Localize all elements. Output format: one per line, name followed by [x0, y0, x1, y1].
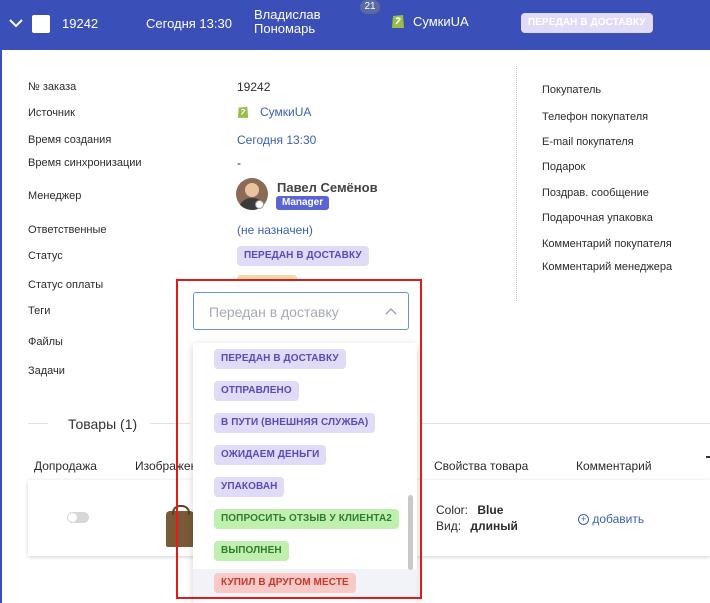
label-greeting: Поздрав. сообщение [542, 187, 649, 199]
add-comment-link[interactable]: + добавить [578, 512, 644, 526]
select-checkbox[interactable] [32, 15, 50, 33]
label-gift: Подарок [542, 161, 586, 173]
label-manager: Менеджер [28, 190, 82, 202]
product-prop-type: Вид: длиный [436, 519, 518, 533]
section-line-right-2 [420, 423, 710, 424]
prop-color-value: Blue [477, 503, 504, 517]
value-responsible[interactable]: (не назначен) [237, 223, 313, 237]
label-tags: Теги [28, 305, 51, 317]
label-buyer-email: E-mail покупателя [542, 136, 634, 148]
order-header: 19242 Сегодня 13:30 Владислав Пономарь 2… [0, 0, 710, 50]
prop-color-label: Color: [436, 503, 469, 517]
chevron-down-icon[interactable] [8, 17, 24, 29]
presence-dot-icon [255, 200, 264, 209]
column-divider [516, 66, 517, 301]
label-gift-wrap: Подарочная упаковка [542, 212, 653, 224]
prop-type-value: длиный [470, 519, 518, 533]
label-tasks: Задачи [28, 365, 65, 377]
label-source: Источник [28, 107, 75, 119]
column-more-marker [706, 456, 710, 458]
column-properties: Свойства товара [434, 459, 529, 473]
product-prop-color: Color: Blue [436, 503, 503, 517]
column-upsell: Допродажа [34, 459, 97, 473]
label-sync: Время синхронизации [28, 157, 142, 169]
add-comment-label: добавить [592, 512, 645, 526]
label-buyer: Покупатель [542, 84, 602, 96]
value-sync: - [237, 156, 241, 170]
header-shop-name[interactable]: СумкиUA [413, 14, 469, 29]
label-files: Файлы [28, 336, 63, 348]
page-left-border [0, 50, 2, 603]
prop-type-label: Вид: [436, 519, 462, 533]
customer-last-name: Пономарь [254, 21, 316, 36]
label-buyer-phone: Телефон покупателя [542, 111, 649, 123]
value-status-badge[interactable]: ПЕРЕДАН В ДОСТАВКУ [237, 246, 369, 266]
value-created: Сегодня 13:30 [237, 133, 317, 147]
label-order-no: № заказа [28, 81, 77, 93]
section-line-left [28, 423, 48, 424]
shopify-bag-icon [392, 15, 404, 28]
label-responsible: Ответственные [28, 224, 107, 236]
highlight-frame [176, 279, 422, 599]
header-order-number: 19242 [62, 16, 99, 31]
header-status-badge: ПЕРЕДАН В ДОСТАВКУ [521, 13, 653, 33]
products-section-title: Товары (1) [68, 416, 138, 432]
header-customer[interactable]: Владислав Пономарь [254, 8, 321, 36]
plus-circle-icon: + [578, 514, 589, 526]
label-created: Время создания [28, 134, 112, 146]
label-manager-comment: Комментарий менеджера [542, 261, 673, 273]
label-status: Статус [28, 250, 63, 262]
value-order-no: 19242 [237, 80, 271, 94]
manager-role-badge: Manager [276, 196, 330, 210]
manager-name: Павел Семёнов [277, 180, 378, 195]
label-buyer-comment: Комментарий покупателя [542, 238, 672, 250]
notification-count-badge: 21 [360, 0, 380, 14]
column-comment: Комментарий [576, 459, 652, 473]
header-created-time: Сегодня 13:30 [146, 16, 232, 31]
value-source-link[interactable]: СумкиUA [260, 105, 311, 119]
shopify-bag-icon [237, 106, 249, 118]
customer-first-name: Владислав [254, 7, 321, 22]
upsell-toggle[interactable] [67, 512, 89, 523]
label-payment-status: Статус оплаты [28, 279, 104, 291]
